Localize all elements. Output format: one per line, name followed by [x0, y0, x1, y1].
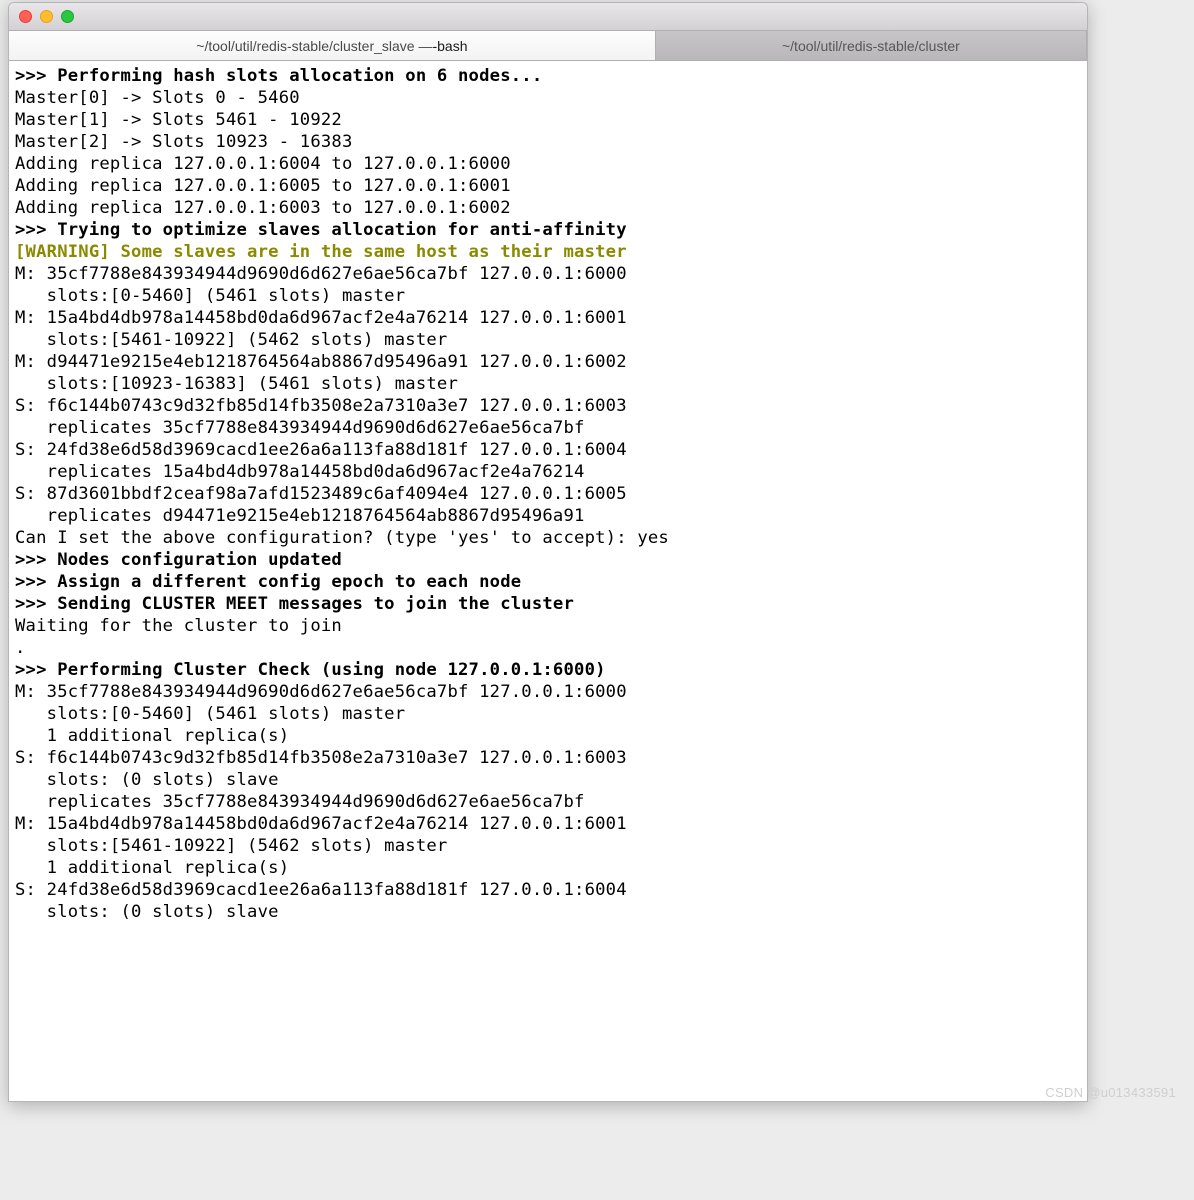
- terminal-line: Adding replica 127.0.0.1:6005 to 127.0.0…: [15, 175, 1081, 197]
- terminal-line: M: 35cf7788e843934944d9690d6d627e6ae56ca…: [15, 263, 1081, 285]
- terminal-line: 1 additional replica(s): [15, 725, 1081, 747]
- terminal-line: Adding replica 127.0.0.1:6003 to 127.0.0…: [15, 197, 1081, 219]
- terminal-line: S: 24fd38e6d58d3969cacd1ee26a6a113fa88d1…: [15, 439, 1081, 461]
- terminal-line: replicates 35cf7788e843934944d9690d6d627…: [15, 417, 1081, 439]
- terminal-line: slots: (0 slots) slave: [15, 901, 1081, 923]
- terminal-line: Master[0] -> Slots 0 - 5460: [15, 87, 1081, 109]
- terminal-line: replicates 35cf7788e843934944d9690d6d627…: [15, 791, 1081, 813]
- terminal-line: >>> Assign a different config epoch to e…: [15, 571, 1081, 593]
- terminal-line: >>> Performing hash slots allocation on …: [15, 65, 1081, 87]
- terminal-line: S: 24fd38e6d58d3969cacd1ee26a6a113fa88d1…: [15, 879, 1081, 901]
- terminal-line: slots:[5461-10922] (5462 slots) master: [15, 329, 1081, 351]
- terminal-window: ~/tool/util/redis-stable/cluster_slave —…: [8, 2, 1088, 1102]
- watermark-text: CSDN @u013433591: [1045, 1085, 1176, 1100]
- tab-inactive[interactable]: ~/tool/util/redis-stable/cluster: [656, 31, 1087, 60]
- terminal-line: .: [15, 637, 1081, 659]
- tab-bar: ~/tool/util/redis-stable/cluster_slave —…: [9, 31, 1087, 61]
- terminal-line: M: 15a4bd4db978a14458bd0da6d967acf2e4a76…: [15, 813, 1081, 835]
- terminal-line: slots:[0-5460] (5461 slots) master: [15, 703, 1081, 725]
- tab-active[interactable]: ~/tool/util/redis-stable/cluster_slave —…: [9, 31, 656, 60]
- close-icon[interactable]: [19, 10, 32, 23]
- tab-label-suffix: -bash: [432, 38, 467, 54]
- terminal-line: [WARNING] Some slaves are in the same ho…: [15, 241, 1081, 263]
- terminal-line: slots:[10923-16383] (5461 slots) master: [15, 373, 1081, 395]
- terminal-line: slots:[5461-10922] (5462 slots) master: [15, 835, 1081, 857]
- terminal-line: S: 87d3601bbdf2ceaf98a7afd1523489c6af409…: [15, 483, 1081, 505]
- terminal-line: Master[1] -> Slots 5461 - 10922: [15, 109, 1081, 131]
- terminal-line: >>> Sending CLUSTER MEET messages to joi…: [15, 593, 1081, 615]
- terminal-line: S: f6c144b0743c9d32fb85d14fb3508e2a7310a…: [15, 747, 1081, 769]
- window-titlebar[interactable]: [9, 3, 1087, 31]
- terminal-line: Master[2] -> Slots 10923 - 16383: [15, 131, 1081, 153]
- minimize-icon[interactable]: [40, 10, 53, 23]
- terminal-line: Adding replica 127.0.0.1:6004 to 127.0.0…: [15, 153, 1081, 175]
- terminal-line: Waiting for the cluster to join: [15, 615, 1081, 637]
- terminal-line: M: 15a4bd4db978a14458bd0da6d967acf2e4a76…: [15, 307, 1081, 329]
- terminal-line: S: f6c144b0743c9d32fb85d14fb3508e2a7310a…: [15, 395, 1081, 417]
- terminal-line: >>> Trying to optimize slaves allocation…: [15, 219, 1081, 241]
- tab-label-prefix: ~/tool/util/redis-stable/cluster: [782, 38, 960, 54]
- zoom-icon[interactable]: [61, 10, 74, 23]
- terminal-line: slots: (0 slots) slave: [15, 769, 1081, 791]
- terminal-line: replicates 15a4bd4db978a14458bd0da6d967a…: [15, 461, 1081, 483]
- terminal-line: M: d94471e9215e4eb1218764564ab8867d95496…: [15, 351, 1081, 373]
- terminal-line: 1 additional replica(s): [15, 857, 1081, 879]
- terminal-line: M: 35cf7788e843934944d9690d6d627e6ae56ca…: [15, 681, 1081, 703]
- terminal-line: Can I set the above configuration? (type…: [15, 527, 1081, 549]
- terminal-line: replicates d94471e9215e4eb1218764564ab88…: [15, 505, 1081, 527]
- terminal-line: >>> Performing Cluster Check (using node…: [15, 659, 1081, 681]
- terminal-output[interactable]: >>> Performing hash slots allocation on …: [9, 61, 1087, 1101]
- terminal-line: >>> Nodes configuration updated: [15, 549, 1081, 571]
- tab-label-prefix: ~/tool/util/redis-stable/cluster_slave —: [196, 38, 432, 54]
- terminal-line: slots:[0-5460] (5461 slots) master: [15, 285, 1081, 307]
